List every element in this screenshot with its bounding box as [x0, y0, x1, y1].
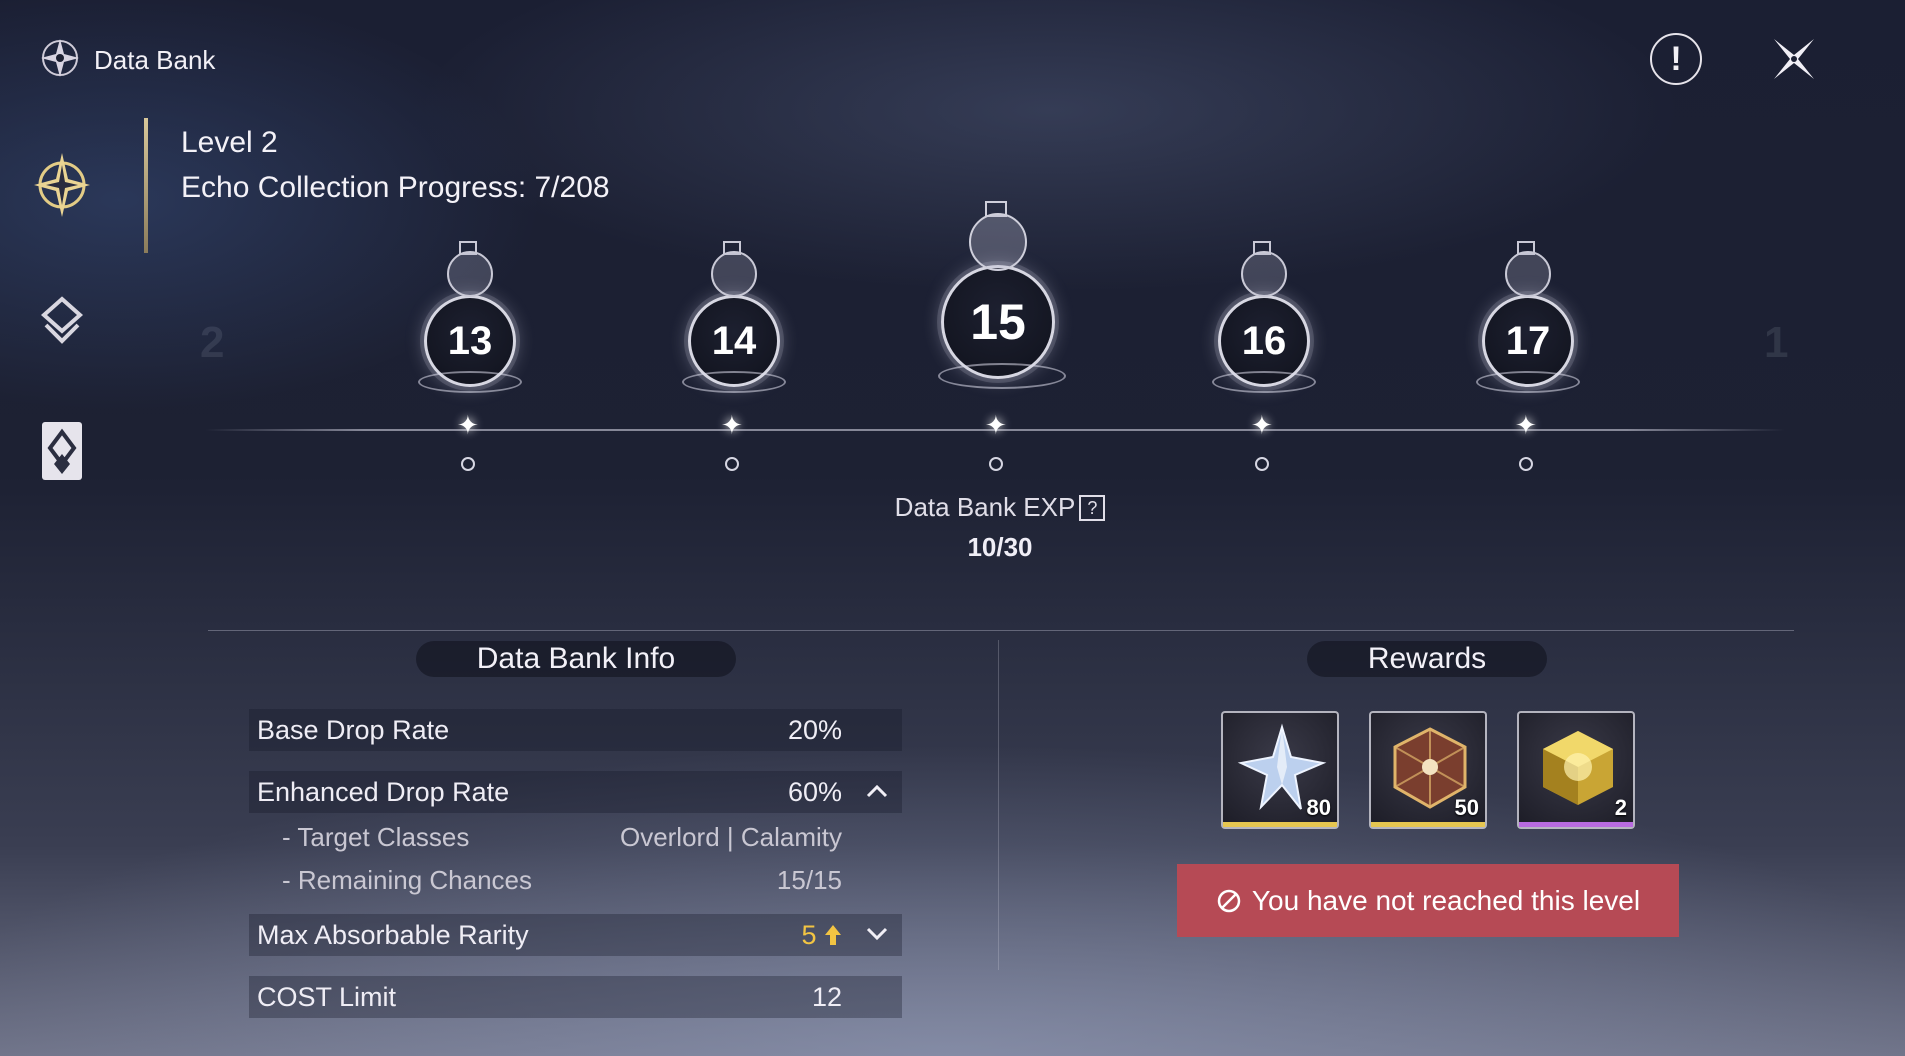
- close-x-icon: [1774, 39, 1814, 79]
- timeline-node-15-selected[interactable]: 15 ✦: [938, 200, 1066, 480]
- section-divider: [208, 630, 1794, 631]
- timeline-node-14[interactable]: 14 ✦: [674, 240, 794, 480]
- reward-quantity: 50: [1454, 795, 1479, 820]
- rarity-bar: [1519, 822, 1633, 827]
- level-locked-banner: You have not reached this level: [1177, 864, 1679, 937]
- level-accent-line: [144, 118, 148, 253]
- info-button[interactable]: !: [1650, 33, 1702, 85]
- rarity-value: 5: [801, 920, 817, 950]
- star-marker-icon: ✦: [985, 410, 1007, 440]
- reward-quantity: 2: [1614, 795, 1627, 820]
- layers-diamond-icon: [40, 296, 84, 344]
- prohibited-icon: [1217, 889, 1241, 912]
- row-label: Base Drop Rate: [257, 715, 450, 745]
- timeline-ghost-node-right: 1: [1764, 318, 1789, 367]
- timeline-node-16[interactable]: 16 ✦: [1204, 240, 1324, 480]
- star-marker-icon: ✦: [1251, 410, 1273, 440]
- reward-item-crystal[interactable]: 80: [1221, 711, 1339, 829]
- star-marker-icon: ✦: [1515, 410, 1537, 440]
- subrow-value: 15/15: [776, 865, 842, 895]
- level-number: 15: [941, 265, 1055, 379]
- row-label: Max Absorbable Rarity: [257, 920, 529, 950]
- reward-status-dot: [725, 457, 739, 471]
- sidebar-item-cards[interactable]: [22, 411, 102, 491]
- reward-status-dot: [1519, 457, 1533, 471]
- card-diamond-icon: [42, 422, 82, 480]
- sidebar-item-data-bank[interactable]: [22, 145, 102, 225]
- sidebar-item-layers[interactable]: [22, 281, 102, 361]
- row-label: Enhanced Drop Rate: [257, 777, 510, 807]
- row-value: 12: [811, 982, 842, 1012]
- data-bank-compass-icon: [34, 153, 90, 217]
- exclamation-icon: !: [1670, 39, 1682, 78]
- data-bank-logo-icon: [38, 36, 82, 85]
- reward-status-dot: [989, 457, 1003, 471]
- flask-icon: [447, 241, 493, 297]
- reward-quantity: 80: [1306, 795, 1331, 820]
- timeline-node-17[interactable]: 17 ✦: [1468, 240, 1588, 480]
- locked-message: You have not reached this level: [1251, 884, 1641, 916]
- subrow-label: - Remaining Chances: [282, 865, 533, 895]
- info-row-enhanced-drop-rate[interactable]: Enhanced Drop Rate 60%: [249, 771, 902, 813]
- flask-icon: [711, 241, 757, 297]
- data-bank-info-heading: Data Bank Info: [416, 641, 736, 677]
- data-bank-exp-label: Data Bank EXP?: [860, 492, 1140, 523]
- page-title: Data Bank: [94, 45, 216, 75]
- echo-collection-progress: Echo Collection Progress: 7/208: [181, 171, 610, 204]
- reward-item-gold-cube[interactable]: 2: [1517, 711, 1635, 829]
- star-marker-icon: ✦: [457, 410, 479, 440]
- rewards-heading: Rewards: [1307, 641, 1547, 677]
- subrow-label: - Target Classes: [282, 822, 470, 852]
- info-subrow-remaining-chances: - Remaining Chances 15/15: [282, 865, 842, 896]
- timeline-node-13[interactable]: 13 ✦: [410, 240, 530, 480]
- flask-icon: [1241, 241, 1287, 297]
- level-label: Level 2: [181, 126, 278, 159]
- rarity-bar: [1371, 822, 1485, 827]
- data-bank-exp-value: 10/30: [967, 532, 1033, 562]
- row-value: 20%: [787, 715, 842, 745]
- app-header: Data Bank: [38, 36, 215, 85]
- arrow-up-icon: [825, 925, 841, 945]
- reward-item-dice[interactable]: 50: [1369, 711, 1487, 829]
- chevron-down-icon[interactable]: [862, 919, 892, 949]
- chevron-up-icon[interactable]: [862, 776, 892, 806]
- row-value: 5: [801, 920, 842, 951]
- close-button[interactable]: [1768, 33, 1820, 85]
- rarity-bar: [1223, 822, 1337, 827]
- timeline-ghost-node-left: 2: [200, 318, 225, 367]
- row-value: 60%: [787, 777, 842, 807]
- info-row-cost-limit: COST Limit 12: [249, 976, 902, 1018]
- exp-label-text: Data Bank EXP: [894, 492, 1076, 522]
- info-row-max-absorbable-rarity[interactable]: Max Absorbable Rarity 5: [249, 914, 902, 956]
- info-row-base-drop-rate: Base Drop Rate 20%: [249, 709, 902, 751]
- star-marker-icon: ✦: [721, 410, 743, 440]
- row-label: COST Limit: [257, 982, 397, 1012]
- flask-icon: [969, 201, 1027, 271]
- reward-status-dot: [461, 457, 475, 471]
- help-question-icon[interactable]: ?: [1079, 495, 1106, 521]
- reward-status-dot: [1255, 457, 1269, 471]
- info-subrow-target-classes: - Target Classes Overlord | Calamity: [282, 822, 842, 853]
- gold-cube-icon: [1543, 731, 1613, 805]
- subrow-value: Overlord | Calamity: [619, 822, 842, 852]
- flask-icon: [1505, 241, 1551, 297]
- column-divider: [998, 640, 999, 970]
